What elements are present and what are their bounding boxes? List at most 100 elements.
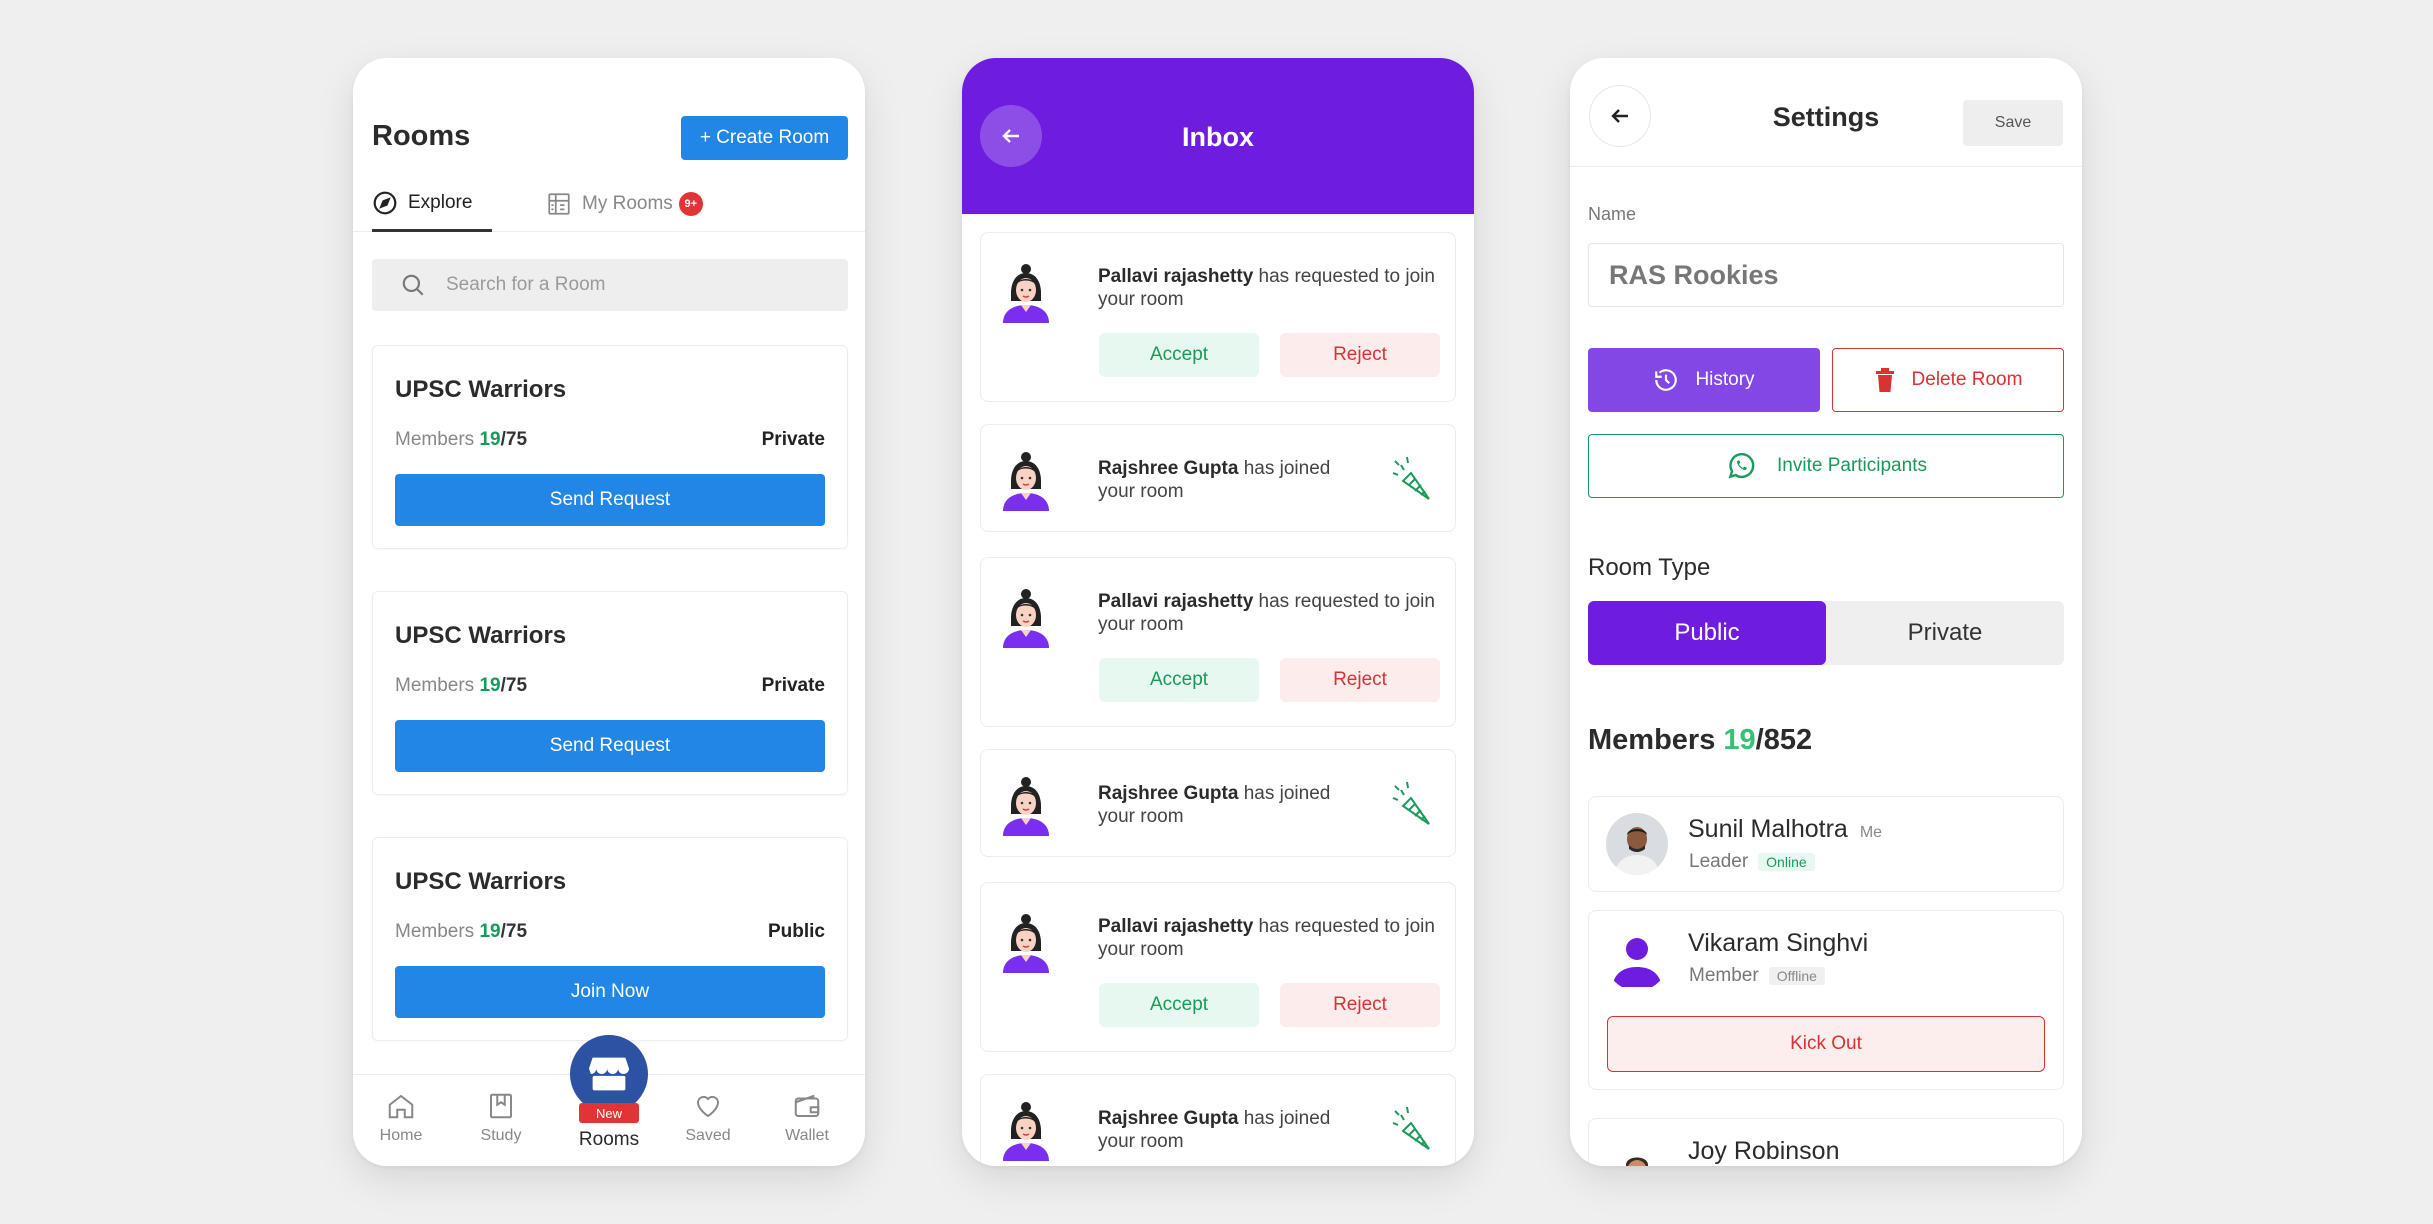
member-name: Vikaram Singhvi (1688, 929, 1868, 958)
page-title: Rooms (372, 120, 471, 152)
nav-saved[interactable]: Saved (668, 1091, 748, 1145)
room-card[interactable]: UPSC Warriors Members 19/75 Public Join … (372, 837, 848, 1041)
search-icon (402, 274, 424, 296)
room-card[interactable]: UPSC Warriors Members 19/75 Private Send… (372, 345, 848, 549)
room-privacy: Private (761, 429, 825, 450)
member-role-text: Member (1689, 965, 1759, 986)
compass-icon (373, 191, 397, 214)
room-type-toggle: Public Private (1588, 601, 2064, 665)
delete-room-button[interactable]: Delete Room (1832, 348, 2064, 412)
members-current: 19 (1723, 724, 1756, 756)
members-current: 19 (479, 921, 501, 942)
search-input[interactable] (446, 274, 806, 296)
party-popper-icon (1392, 781, 1430, 825)
notification-text: Rajshree Gupta has joined your room (1098, 1107, 1358, 1153)
reject-button[interactable]: Reject (1280, 333, 1440, 377)
invite-participants-button[interactable]: Invite Participants (1588, 434, 2064, 498)
notification-joined: Rajshree Gupta has joined your room (980, 424, 1456, 532)
room-privacy: Private (761, 675, 825, 696)
notification-text: Pallavi rajashetty has requested to join… (1098, 590, 1458, 636)
room-name: UPSC Warriors (395, 376, 567, 403)
member-name-text: Vikaram Singhvi (1688, 929, 1869, 957)
history-label: History (1695, 369, 1755, 390)
tab-explore[interactable]: Explore (372, 176, 492, 232)
avatar (1606, 1143, 1668, 1166)
history-button[interactable]: History (1588, 348, 1820, 412)
divider (1570, 166, 2082, 167)
members-total: /852 (1755, 724, 1813, 756)
member-role: Leader Online (1689, 851, 1815, 873)
tab-explore-label: Explore (408, 191, 473, 213)
notification-user: Pallavi rajashetty (1098, 916, 1254, 937)
inbox-screen: Inbox Pallavi rajashetty has requested t… (962, 58, 1474, 1166)
avatar (1606, 813, 1668, 875)
notification-text: Rajshree Gupta has joined your room (1098, 457, 1358, 503)
join-now-button[interactable]: Join Now (395, 966, 825, 1018)
settings-screen: Settings Save Name History Delete Room I… (1570, 58, 2082, 1166)
name-label: Name (1588, 204, 1637, 224)
building-icon (548, 193, 570, 215)
members-heading: Members 19/852 (1588, 724, 1812, 757)
nav-wallet[interactable]: Wallet (767, 1091, 847, 1145)
room-type-public-option[interactable]: Public (1588, 601, 1826, 665)
trash-icon (1875, 368, 1894, 392)
member-card: Joy Robinson (1588, 1118, 2064, 1166)
new-badge: New (579, 1103, 639, 1123)
avatar (1606, 929, 1668, 991)
nav-home[interactable]: Home (361, 1091, 441, 1145)
notification-joined: Rajshree Gupta has joined your room (980, 749, 1456, 857)
me-tag: Me (1859, 824, 1883, 841)
room-name: UPSC Warriors (395, 868, 567, 895)
send-request-button[interactable]: Send Request (395, 720, 825, 772)
save-button[interactable]: Save (1963, 100, 2063, 146)
members-total: /75 (500, 675, 528, 696)
nav-study[interactable]: Study (461, 1091, 541, 1145)
accept-button[interactable]: Accept (1099, 658, 1259, 702)
nav-rooms-button[interactable] (570, 1035, 648, 1113)
inbox-header: Inbox (962, 58, 1474, 214)
party-popper-icon (1392, 1106, 1430, 1150)
rooms-screen: Rooms + Create Room Explore My Rooms 9+ … (353, 58, 865, 1166)
kick-out-button[interactable]: Kick Out (1607, 1016, 2045, 1072)
notification-joined: Rajshree Gupta has joined your room (980, 1074, 1456, 1166)
avatar (1003, 777, 1049, 836)
members-heading-label: Members (1588, 724, 1716, 756)
accept-button[interactable]: Accept (1099, 333, 1259, 377)
nav-study-label: Study (480, 1127, 522, 1144)
member-role: Member Offline (1689, 965, 1825, 987)
notification-request: Pallavi rajashetty has requested to join… (980, 557, 1456, 727)
avatar (1003, 914, 1049, 973)
tab-my-rooms[interactable]: My Rooms 9+ (546, 176, 703, 232)
nav-saved-label: Saved (685, 1127, 731, 1144)
create-room-button[interactable]: + Create Room (681, 116, 848, 160)
home-icon (388, 1094, 414, 1119)
members-total: /75 (500, 429, 528, 450)
reject-button[interactable]: Reject (1280, 658, 1440, 702)
notification-text: Pallavi rajashetty has requested to join… (1098, 265, 1458, 311)
reject-button[interactable]: Reject (1280, 983, 1440, 1027)
tab-my-rooms-label: My Rooms (582, 193, 673, 214)
room-type-private-option[interactable]: Private (1826, 601, 2064, 665)
member-name: Joy Robinson (1688, 1137, 1839, 1166)
room-members: Members 19/75 (395, 921, 527, 943)
notification-request: Pallavi rajashetty has requested to join… (980, 232, 1456, 402)
room-members: Members 19/75 (395, 675, 527, 697)
room-name-field[interactable] (1588, 243, 2064, 307)
page-title: Inbox (1182, 122, 1254, 152)
search-bar (372, 259, 848, 311)
whatsapp-icon (1728, 453, 1755, 479)
avatar (1003, 1102, 1049, 1161)
send-request-button[interactable]: Send Request (395, 474, 825, 526)
avatar (1003, 452, 1049, 511)
history-icon (1655, 369, 1678, 391)
room-members: Members 19/75 (395, 429, 527, 451)
notification-user: Rajshree Gupta (1098, 1108, 1239, 1129)
room-type-label: Room Type (1588, 554, 1711, 581)
accept-button[interactable]: Accept (1099, 983, 1259, 1027)
members-label: Members (395, 921, 475, 942)
store-icon (589, 1057, 629, 1091)
notification-badge: 9+ (678, 192, 703, 216)
notification-user: Pallavi rajashetty (1098, 591, 1254, 612)
bottom-nav: Home Study New Rooms Saved Wallet (353, 1035, 865, 1166)
room-card[interactable]: UPSC Warriors Members 19/75 Private Send… (372, 591, 848, 795)
